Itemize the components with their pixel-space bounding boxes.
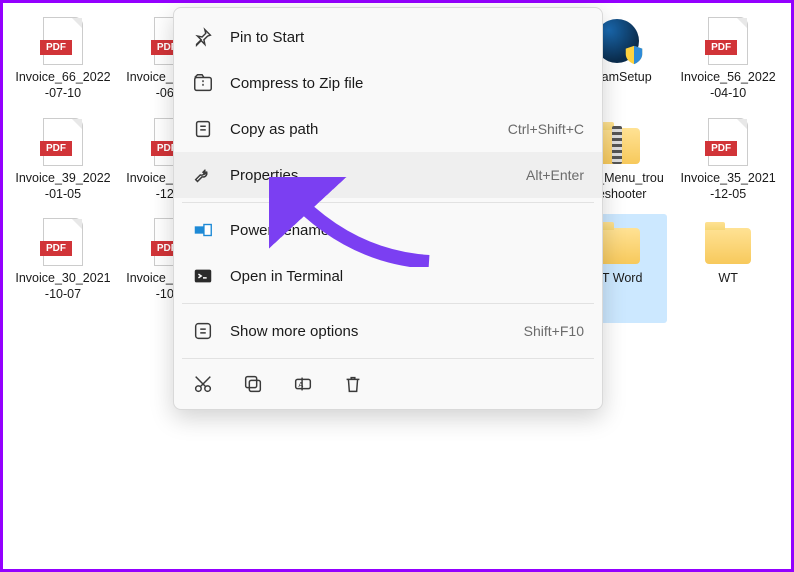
powerrename-icon	[192, 219, 214, 241]
menu-shortcut: Ctrl+Shift+C	[508, 121, 584, 137]
menu-label: Show more options	[230, 323, 524, 340]
menu-label: Pin to Start	[230, 29, 584, 46]
pdf-file-icon: PDF	[704, 118, 752, 166]
menu-copy-as-path[interactable]: Copy as path Ctrl+Shift+C	[174, 106, 602, 152]
menu-properties[interactable]: Properties Alt+Enter	[174, 152, 602, 198]
file-item[interactable]: PDF Invoice_30_2021-10-07	[13, 214, 113, 323]
file-label: Invoice_66_2022-07-10	[15, 69, 111, 102]
svg-text:A: A	[298, 380, 303, 389]
wrench-icon	[192, 164, 214, 186]
file-item[interactable]: PDF Invoice_66_2022-07-10	[13, 13, 113, 106]
file-item[interactable]: PDF Invoice_56_2022-04-10	[678, 13, 778, 106]
terminal-icon	[192, 265, 214, 287]
menu-label: Compress to Zip file	[230, 75, 584, 92]
menu-label: PowerRename	[230, 222, 584, 239]
menu-powerrename[interactable]: PowerRename	[174, 207, 602, 253]
delete-icon[interactable]	[342, 373, 364, 395]
context-menu: Pin to Start Compress to Zip file Copy a…	[173, 7, 603, 410]
file-label: Invoice_56_2022-04-10	[680, 69, 776, 102]
menu-show-more[interactable]: Show more options Shift+F10	[174, 308, 602, 354]
pdf-file-icon: PDF	[704, 17, 752, 65]
pin-icon	[192, 26, 214, 48]
pdf-file-icon: PDF	[39, 17, 87, 65]
copy-icon[interactable]	[242, 373, 264, 395]
menu-label: Open in Terminal	[230, 268, 584, 285]
menu-shortcut: Alt+Enter	[526, 167, 584, 183]
rename-icon[interactable]: A	[292, 373, 314, 395]
folder-icon	[704, 218, 752, 266]
file-label: Invoice_30_2021-10-07	[15, 270, 111, 303]
file-label: WT	[718, 270, 737, 286]
file-item[interactable]: WT	[678, 214, 778, 323]
copy-path-icon	[192, 118, 214, 140]
file-item[interactable]: PDF Invoice_39_2022-01-05	[13, 114, 113, 207]
file-label: Invoice_39_2022-01-05	[15, 170, 111, 203]
menu-shortcut: Shift+F10	[524, 323, 584, 339]
pdf-file-icon: PDF	[39, 218, 87, 266]
menu-open-terminal[interactable]: Open in Terminal	[174, 253, 602, 299]
file-label: Invoice_35_2021-12-05	[680, 170, 776, 203]
menu-action-row: A	[174, 363, 602, 403]
zip-icon	[192, 72, 214, 94]
pdf-file-icon: PDF	[39, 118, 87, 166]
menu-pin-to-start[interactable]: Pin to Start	[174, 14, 602, 60]
file-item[interactable]: PDF Invoice_35_2021-12-05	[678, 114, 778, 207]
menu-label: Properties	[230, 167, 526, 184]
menu-compress-zip[interactable]: Compress to Zip file	[174, 60, 602, 106]
menu-label: Copy as path	[230, 121, 508, 138]
cut-icon[interactable]	[192, 373, 214, 395]
more-options-icon	[192, 320, 214, 342]
